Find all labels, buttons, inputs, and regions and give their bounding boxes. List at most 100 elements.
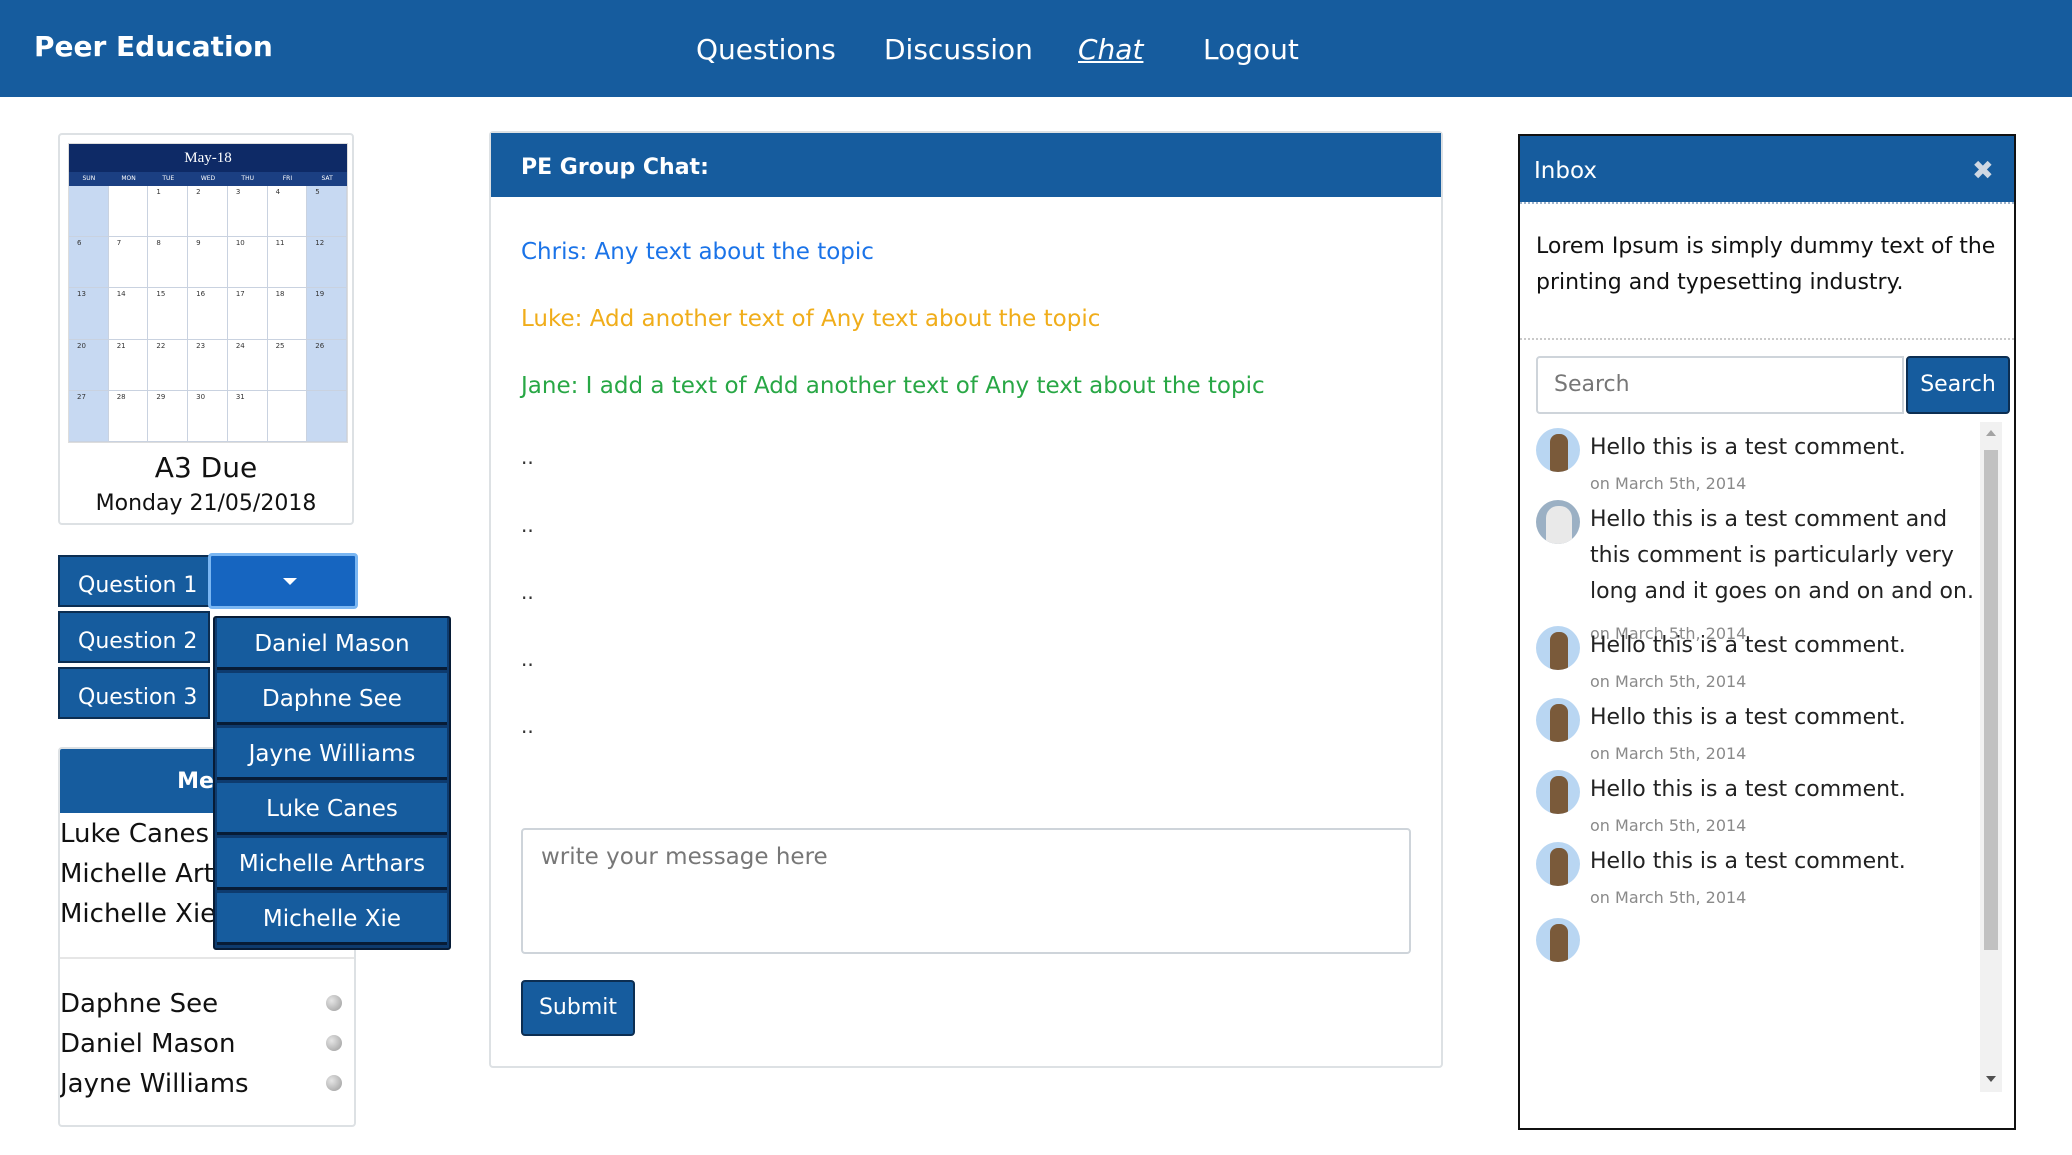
calendar-day: 31 [227,390,268,442]
calendar-day: 19 [307,288,347,340]
member-name[interactable]: Jayne Williams [60,1069,249,1099]
cat-avatar-icon [1536,918,1580,962]
cat-avatar-icon [1536,626,1580,670]
comment-text: Hello this is a test comment. [1590,633,1906,658]
chat-placeholder: .. [521,513,534,537]
dropdown-item[interactable]: Jayne Williams [217,728,447,780]
scroll-thumb[interactable] [1984,450,1998,950]
calendar-grid: 1 2 3 4 5 6 7 8 9 10 11 12 13 14 15 16 17 18 19 20 21 22 23 24 2… [69,186,347,442]
close-icon[interactable]: ✖ [1972,156,1994,186]
calendar-day [108,186,149,238]
cat-avatar-icon [1536,428,1580,472]
cat-avatar-icon [1536,842,1580,886]
white-cat-avatar-icon [1536,500,1580,544]
calendar-day: 24 [227,339,268,391]
question-1-button[interactable]: Question 1 [58,555,210,607]
top-navbar: Peer Education Questions Discussion Chat… [0,0,2072,97]
calendar-day: 5 [307,186,347,238]
chat-message-luke: Luke: Add another text of Any text about… [521,306,1101,332]
offline-status-icon [326,995,342,1011]
weekday-label: WED [200,175,216,182]
calendar-month: May-18 [69,144,347,172]
calendar-day: 16 [188,288,228,340]
calendar-day: 18 [267,288,308,340]
inbox-header: Inbox [1520,136,2014,202]
calendar-day: 15 [148,288,189,340]
member-name[interactable]: Daphne See [60,989,218,1019]
dropdown-item[interactable]: Daphne See [217,673,447,725]
calendar-day: 7 [108,237,149,289]
dropdown-item[interactable]: Michelle Xie [217,893,447,945]
question-3-button[interactable]: Question 3 [58,667,210,719]
calendar-day [307,390,347,442]
dropdown-item[interactable]: Michelle Arthars [217,838,447,890]
calendar-day: 28 [108,390,149,442]
chat-message-jane: Jane: I add a text of Add another text o… [521,373,1265,399]
calendar-day: 11 [267,237,308,289]
nav-questions[interactable]: Questions [696,33,836,66]
chat-placeholder: .. [521,445,534,469]
due-title: A3 Due [154,451,258,484]
member-name[interactable]: Daniel Mason [60,1029,235,1059]
scroll-down-icon[interactable] [1986,1076,1996,1082]
nav-chat[interactable]: Chat [1078,33,1143,66]
comment-date: on March 5th, 2014 [1590,888,1747,907]
search-input[interactable]: Search [1536,356,1904,414]
comment-date: on March 5th, 2014 [1590,672,1747,691]
inbox-title: Inbox [1534,158,1597,184]
calendar-day: 12 [307,237,347,289]
calendar-day: 30 [188,390,228,442]
nav-logout[interactable]: Logout [1203,33,1299,66]
message-input[interactable]: write your message here [521,828,1411,954]
submit-button[interactable]: Submit [521,980,635,1036]
weekday-label: TUE [162,175,175,182]
dropdown-item[interactable]: Luke Canes [217,783,447,835]
calendar-day: 14 [108,288,149,340]
calendar-day: 27 [69,390,109,442]
chat-placeholder: .. [521,714,534,738]
comment-text: Hello this is a test comment. [1590,777,1906,802]
group-chat-card: PE Group Chat: Chris: Any text about the… [489,131,1443,1068]
inbox-divider [1520,202,2014,204]
chat-title: PE Group Chat: [491,133,1441,197]
question-dropdown-menu: Daniel Mason Daphne See Jayne Williams L… [213,616,451,950]
offline-status-icon [326,1035,342,1051]
comment-text: Hello this is a test comment. [1590,435,1906,460]
member-name[interactable]: Luke Canes [60,819,209,849]
dropdown-item[interactable]: Daniel Mason [217,618,447,670]
members-divider [60,957,354,959]
calendar-day: 10 [227,237,268,289]
comment-list: Hello this is a test comment. on March 5… [1520,422,2014,1082]
question-2-button[interactable]: Question 2 [58,611,210,663]
calendar-day: 17 [227,288,268,340]
calendar-day: 2 [188,186,228,238]
calendar-day: 20 [69,339,109,391]
comment-text: Hello this is a test comment. [1590,849,1906,874]
calendar-day: 9 [188,237,228,289]
calendar-day: 13 [69,288,109,340]
brand-logo[interactable]: Peer Education [34,30,273,63]
calendar-day: 4 [267,186,308,238]
inbox-divider [1520,338,2014,340]
nav-discussion[interactable]: Discussion [884,33,1033,66]
comment-scrollbar[interactable] [1980,422,2002,1092]
comment-text: Hello this is a test comment. [1590,705,1906,730]
cat-avatar-icon [1536,698,1580,742]
due-date: Monday 21/05/2018 [95,491,317,516]
chat-message-chris: Chris: Any text about the topic [521,239,874,265]
scroll-up-icon[interactable] [1986,430,1996,436]
calendar-day [267,390,308,442]
calendar-day: 26 [307,339,347,391]
member-name[interactable]: Michelle Xie [60,899,216,929]
calendar-day: 25 [267,339,308,391]
weekday-label: MON [121,175,136,182]
question-dropdown-toggle[interactable] [208,553,358,609]
member-name[interactable]: Michelle Arth [60,859,230,889]
weekday-label: SAT [321,175,333,182]
calendar-day: 1 [148,186,189,238]
comment-text: Hello this is a test comment and this co… [1590,507,1974,604]
weekday-label: THU [241,175,254,182]
search-button[interactable]: Search [1906,356,2010,414]
caret-down-icon [283,578,297,585]
comment-date: on March 5th, 2014 [1590,744,1747,763]
